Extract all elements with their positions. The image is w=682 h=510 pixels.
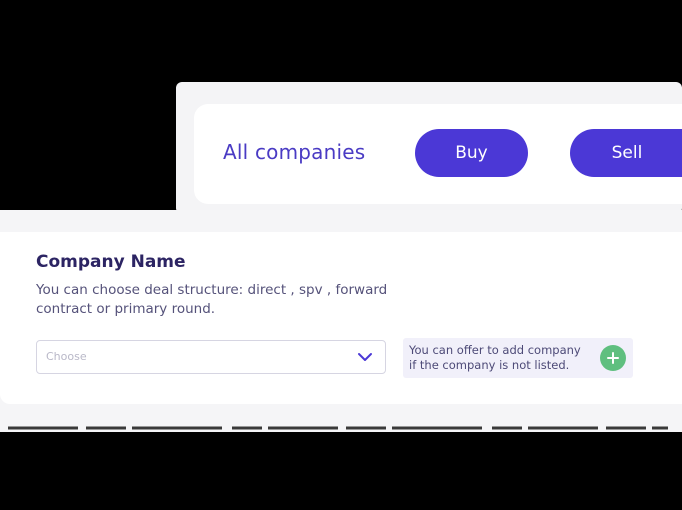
filter-title: All companies <box>223 140 366 164</box>
add-company-hint-line-1: You can offer to add company <box>409 343 581 357</box>
company-name-title: Company Name <box>36 252 186 272</box>
buy-button[interactable]: Buy <box>415 129 528 177</box>
add-company-hint-line-2: if the company is not listed. <box>409 358 570 372</box>
add-company-hint: You can offer to add company if the comp… <box>403 338 633 378</box>
plus-icon <box>607 352 619 364</box>
company-select-placeholder: Choose <box>46 350 87 363</box>
deal-structure-description: You can choose deal structure: direct , … <box>36 282 388 317</box>
company-select[interactable]: Choose <box>36 340 386 374</box>
decorative-strip <box>8 426 668 430</box>
screenshot-stage: All companies Buy Sell Company Name You … <box>0 0 682 510</box>
chevron-down-icon <box>358 353 372 361</box>
add-company-hint-text: You can offer to add company if the comp… <box>409 343 589 373</box>
add-company-button[interactable] <box>600 345 626 371</box>
sell-button[interactable]: Sell <box>570 129 682 177</box>
